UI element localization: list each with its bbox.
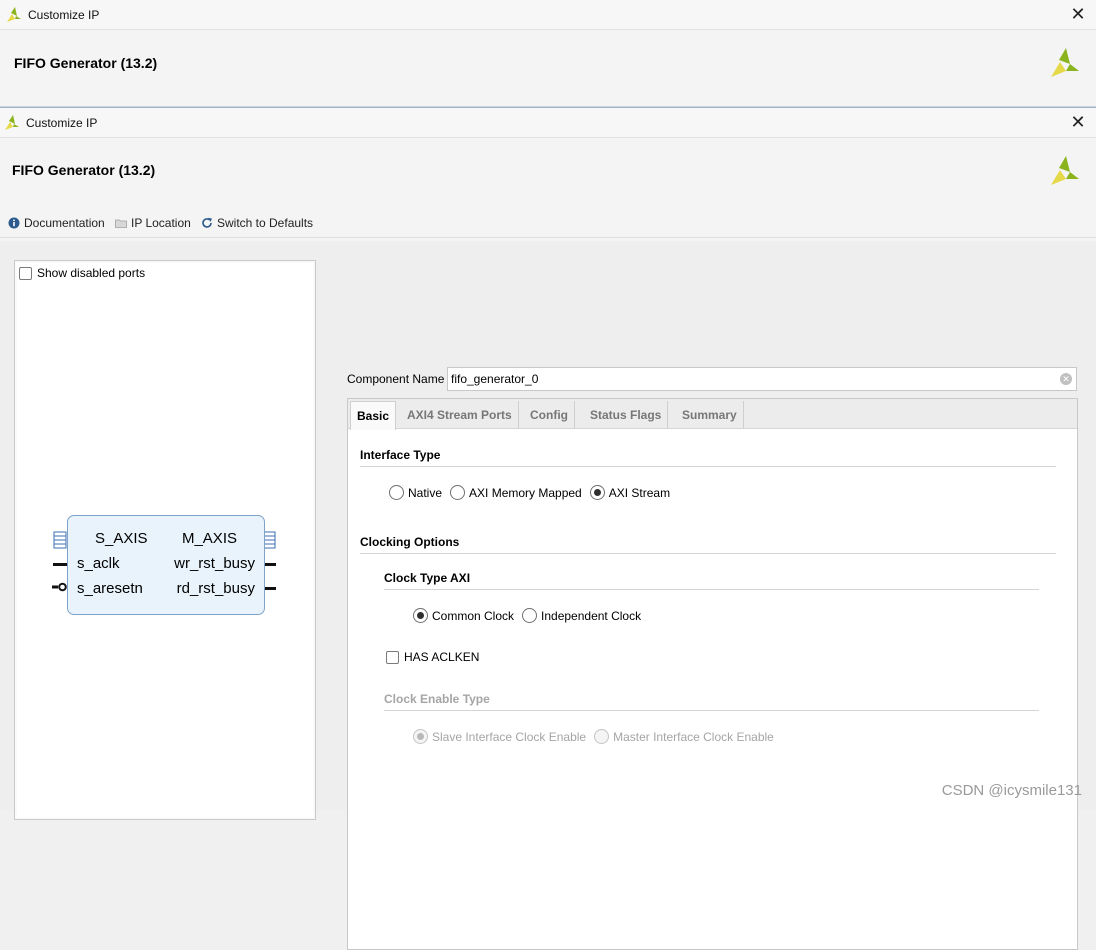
active-low-pin-icon	[52, 582, 68, 592]
radio-master-interface-clock-enable[interactable]	[594, 729, 609, 744]
documentation-button[interactable]: Documentation	[8, 216, 105, 230]
window-title: Customize IP	[28, 8, 99, 22]
close-icon[interactable]: ✕	[1068, 112, 1088, 132]
port-label: wr_rst_busy	[174, 555, 255, 572]
tab-basic[interactable]: Basic	[350, 401, 396, 430]
radio-label: AXI Stream	[609, 486, 670, 500]
divider	[384, 589, 1039, 590]
vivado-logo-icon	[1050, 156, 1080, 186]
clock-enable-type-heading: Clock Enable Type	[384, 692, 490, 706]
divider	[360, 553, 1056, 554]
component-name-label: Component Name	[347, 372, 444, 386]
bus-interface-icon	[53, 531, 67, 549]
interface-type-radio-group: Native AXI Memory Mapped AXI Stream	[389, 485, 670, 500]
clock-enable-type-radio-group: Slave Interface Clock Enable Master Inte…	[413, 729, 774, 744]
tab-config[interactable]: Config	[524, 401, 575, 429]
clock-type-radio-group: Common Clock Independent Clock	[413, 608, 641, 623]
port-pin-icon	[53, 563, 67, 567]
documentation-label: Documentation	[24, 216, 105, 230]
checkbox-box[interactable]	[386, 651, 399, 664]
clock-type-axi-heading: Clock Type AXI	[384, 571, 470, 585]
radio-slave-interface-clock-enable[interactable]	[413, 729, 428, 744]
ip-toolbar: Documentation IP Location Switch to Defa…	[0, 210, 1096, 238]
ip-location-button[interactable]: IP Location	[115, 216, 191, 230]
folder-icon	[115, 217, 127, 229]
ip-body: Show disabled ports	[0, 241, 1096, 810]
port-label: M_AXIS	[182, 530, 237, 547]
checkbox-box[interactable]	[19, 267, 32, 280]
customize-ip-window: Customize IP ✕ FIFO Generator (13.2) Doc…	[0, 107, 1096, 809]
radio-label: Native	[408, 486, 442, 500]
switch-to-defaults-button[interactable]: Switch to Defaults	[201, 216, 313, 230]
port-pin-icon	[264, 563, 276, 567]
radio-common-clock[interactable]	[413, 608, 428, 623]
tab-summary[interactable]: Summary	[676, 401, 744, 429]
component-name-input[interactable]: fifo_generator_0 ✕	[447, 367, 1077, 391]
ip-header: FIFO Generator (13.2)	[0, 138, 1096, 203]
ip-block-symbol: S_AXIS s_aclk s_aresetn M_AXIS wr_rst_bu…	[67, 515, 265, 615]
ip-symbol-panel: Show disabled ports	[14, 260, 316, 820]
watermark: CSDN @icysmile131	[942, 782, 1082, 799]
close-icon[interactable]: ✕	[1068, 4, 1088, 24]
divider	[384, 710, 1039, 711]
clear-icon[interactable]: ✕	[1060, 373, 1072, 385]
port-label: rd_rst_busy	[177, 580, 255, 597]
title-bar: Customize IP ✕	[0, 108, 1096, 138]
product-title: FIFO Generator (13.2)	[14, 55, 157, 71]
radio-label: Master Interface Clock Enable	[613, 730, 774, 744]
vivado-logo-icon	[6, 7, 22, 23]
ip-header: FIFO Generator (13.2)	[0, 30, 1096, 95]
divider	[360, 466, 1056, 467]
radio-native[interactable]	[389, 485, 404, 500]
has-aclken-checkbox[interactable]: HAS ACLKEN	[386, 650, 479, 664]
port-label: S_AXIS	[95, 530, 148, 547]
tab-bar: Basic AXI4 Stream Ports Config Status Fl…	[348, 399, 1077, 429]
tab-status-flags[interactable]: Status Flags	[584, 401, 668, 429]
customize-ip-window-back: Customize IP ✕ FIFO Generator (13.2)	[0, 0, 1096, 107]
radio-label: Slave Interface Clock Enable	[432, 730, 586, 744]
port-pin-icon	[264, 587, 276, 591]
info-icon	[8, 217, 20, 229]
component-name-value: fifo_generator_0	[451, 372, 538, 386]
show-disabled-ports-label: Show disabled ports	[37, 266, 145, 280]
switch-to-defaults-label: Switch to Defaults	[217, 216, 313, 230]
interface-type-heading: Interface Type	[360, 448, 440, 462]
vivado-logo-icon	[4, 115, 20, 131]
ip-location-label: IP Location	[131, 216, 191, 230]
show-disabled-ports-checkbox[interactable]: Show disabled ports	[19, 266, 145, 280]
vivado-logo-icon	[1050, 48, 1080, 78]
product-title: FIFO Generator (13.2)	[12, 162, 155, 178]
configuration-panel: Basic AXI4 Stream Ports Config Status Fl…	[347, 398, 1078, 950]
port-label: s_aresetn	[77, 580, 143, 597]
radio-axi-stream[interactable]	[590, 485, 605, 500]
radio-independent-clock[interactable]	[522, 608, 537, 623]
radio-axi-memory-mapped[interactable]	[450, 485, 465, 500]
tab-axi4-stream-ports[interactable]: AXI4 Stream Ports	[401, 401, 519, 429]
window-title: Customize IP	[26, 116, 97, 130]
radio-label: AXI Memory Mapped	[469, 486, 582, 500]
port-label: s_aclk	[77, 555, 120, 572]
radio-label: Common Clock	[432, 609, 514, 623]
title-bar: Customize IP ✕	[0, 0, 1096, 30]
has-aclken-label: HAS ACLKEN	[404, 650, 479, 664]
refresh-icon	[201, 217, 213, 229]
clocking-options-heading: Clocking Options	[360, 535, 459, 549]
radio-label: Independent Clock	[541, 609, 641, 623]
